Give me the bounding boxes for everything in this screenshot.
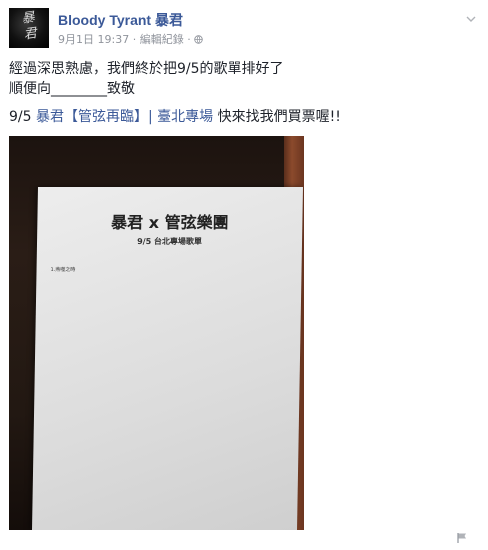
- post-text-suffix: 快來找我們買票喔!!: [213, 109, 341, 125]
- setlist-paper: 暴君 x 管弦樂團 9/5 台北專場歌單 1.燕噬之時: [32, 187, 303, 530]
- paper-title: 暴君 x 管弦樂團: [110, 213, 229, 232]
- post-photo[interactable]: 暴君 x 管弦樂團 9/5 台北專場歌單 1.燕噬之時: [9, 136, 304, 530]
- meta-separator: ·: [187, 33, 191, 46]
- band-logo: 暴君: [20, 10, 37, 43]
- post-timestamp[interactable]: 9月1日 19:37: [58, 33, 129, 46]
- event-tag-link[interactable]: 暴君【管弦再臨】| 臺北專場: [36, 109, 213, 125]
- chevron-down-icon[interactable]: [466, 14, 476, 24]
- globe-icon[interactable]: [194, 35, 203, 44]
- post-text-prefix: 9/5: [9, 109, 36, 125]
- flag-icon[interactable]: [456, 532, 468, 544]
- paper-setlist-item: 1.燕噬之時: [50, 267, 76, 273]
- post-text-line-2: 順便向________致敬: [9, 81, 135, 97]
- post-text-line-1: 經過深思熟慮，我們終於把9/5的歌單排好了: [9, 61, 284, 77]
- page-avatar[interactable]: 暴君: [9, 8, 49, 48]
- post-text-line-3: 9/5 暴君【管弦再臨】| 臺北專場 快來找我們買票喔!!: [9, 108, 341, 126]
- paper-subtitle: 9/5 台北專場歌單: [137, 237, 203, 246]
- meta-separator: ·: [132, 33, 137, 46]
- post-meta: 9月1日 19:37 · 編輯紀錄 ·: [58, 31, 203, 47]
- page-name-link[interactable]: Bloody Tyrant 暴君: [58, 10, 183, 30]
- edit-history-link[interactable]: 編輯紀錄: [140, 33, 184, 46]
